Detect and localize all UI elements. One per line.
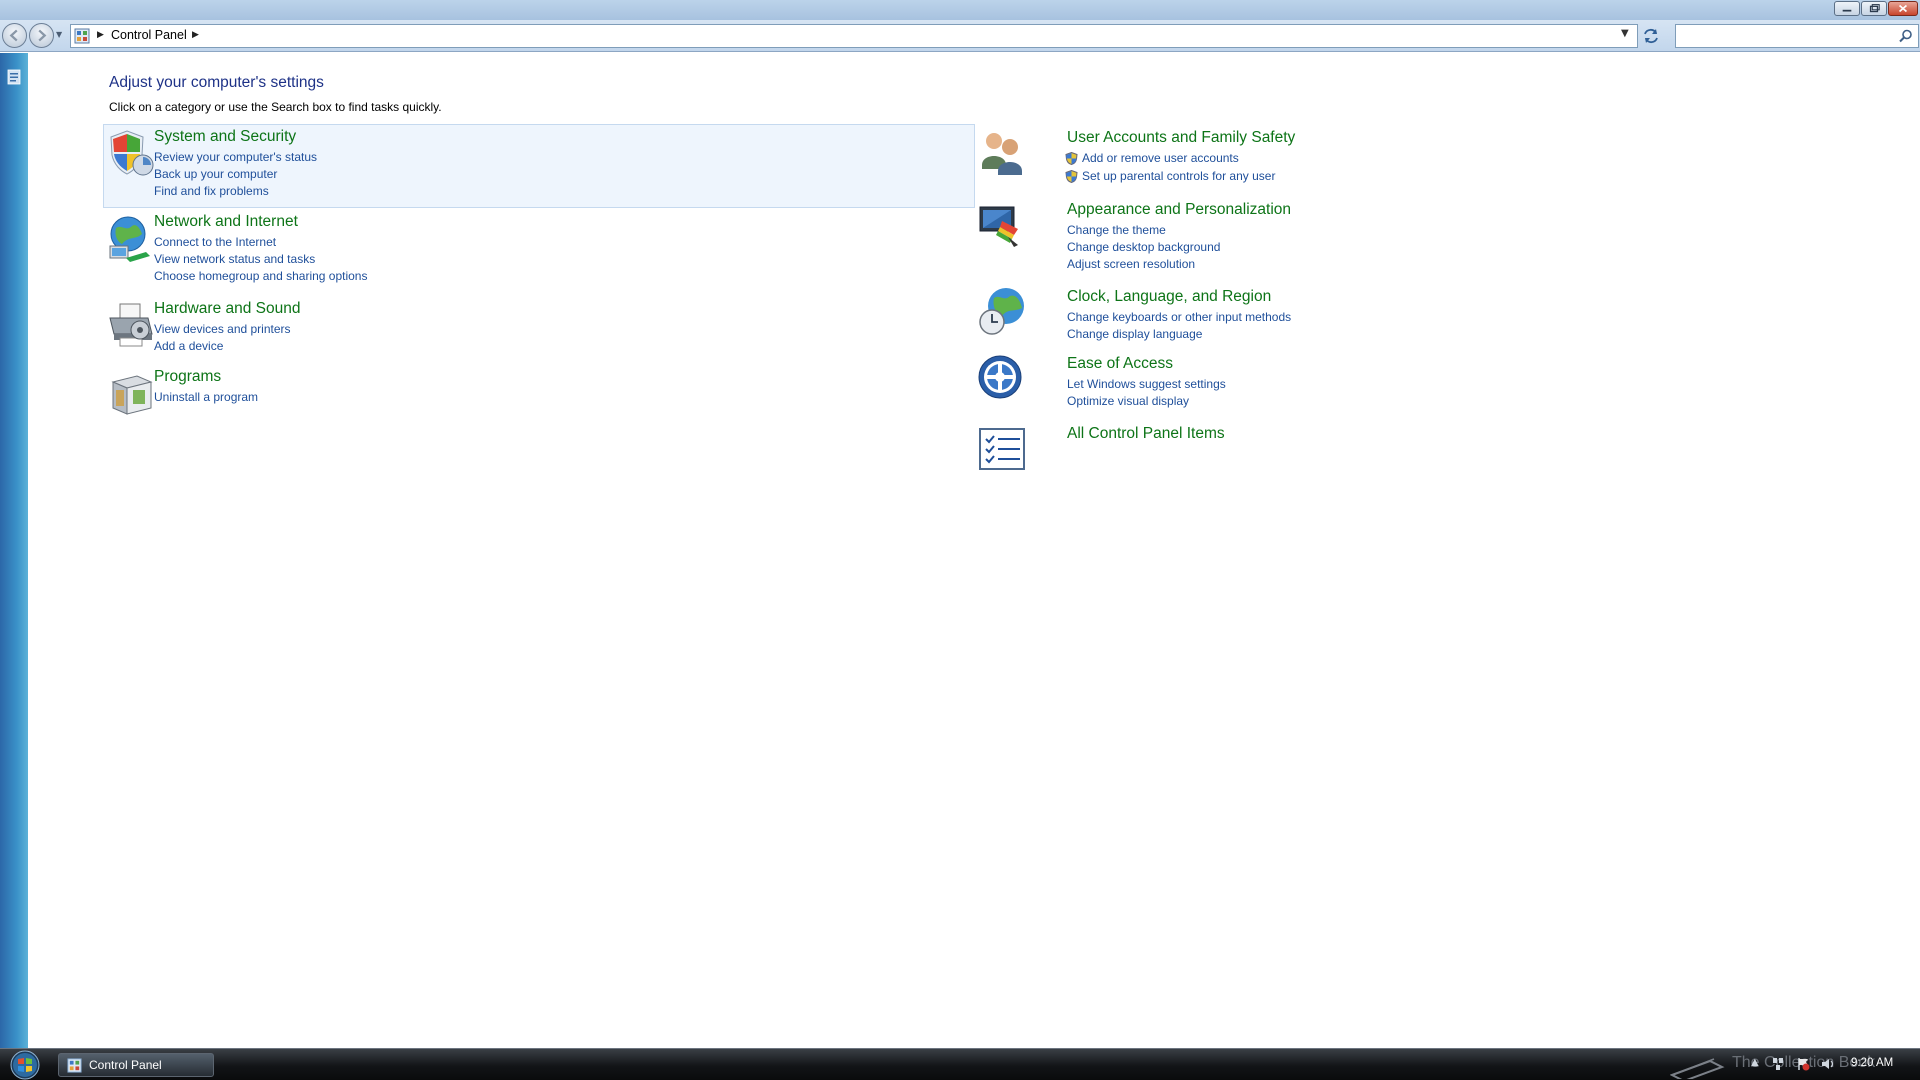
link-screen-resolution[interactable]: Adjust screen resolution — [1067, 257, 1195, 271]
address-dropdown-icon[interactable]: ▼ — [1621, 28, 1629, 39]
back-button[interactable] — [2, 23, 27, 48]
link-connect-internet[interactable]: Connect to the Internet — [154, 235, 276, 249]
link-uninstall-program[interactable]: Uninstall a program — [154, 390, 258, 404]
link-add-device[interactable]: Add a device — [154, 339, 223, 353]
forward-button[interactable] — [29, 23, 54, 48]
page-subtitle: Click on a category or use the Search bo… — [109, 100, 442, 114]
address-bar[interactable]: ▶ Control Panel ▶ ▼ — [70, 24, 1638, 48]
control-panel-icon — [74, 28, 90, 44]
link-windows-suggest[interactable]: Let Windows suggest settings — [1067, 377, 1226, 391]
refresh-button[interactable] — [1640, 25, 1662, 47]
category-title[interactable]: Clock, Language, and Region — [1067, 288, 1271, 306]
link-add-remove-accounts[interactable]: Add or remove user accounts — [1082, 151, 1239, 165]
breadcrumb-control-panel[interactable]: Control Panel — [111, 28, 187, 42]
category-programs[interactable]: Programs Uninstall a program — [104, 368, 664, 418]
arrow-right-icon — [38, 29, 47, 42]
start-button[interactable] — [4, 1050, 46, 1080]
taskbar: Control Panel The Collection Book ▲ 9:20… — [0, 1048, 1920, 1080]
taskbar-item-label: Control Panel — [89, 1058, 162, 1072]
category-title[interactable]: Appearance and Personalization — [1067, 201, 1291, 219]
close-icon — [1898, 4, 1908, 13]
clock-globe-icon — [979, 288, 1024, 335]
category-ease-of-access[interactable]: Ease of Access Let Windows suggest setti… — [978, 355, 1438, 415]
link-homegroup-sharing[interactable]: Choose homegroup and sharing options — [154, 269, 367, 283]
category-title[interactable]: Hardware and Sound — [154, 300, 301, 318]
minimize-icon — [1842, 9, 1852, 12]
link-display-language[interactable]: Change display language — [1067, 327, 1202, 341]
volume-icon[interactable] — [1821, 1057, 1835, 1071]
checklist-icon — [979, 428, 1025, 470]
category-title[interactable]: Programs — [154, 368, 221, 386]
link-backup[interactable]: Back up your computer — [154, 167, 277, 181]
search-icon[interactable] — [1898, 28, 1914, 44]
show-hidden-icons-button[interactable]: ▲ — [1751, 1057, 1759, 1068]
control-panel-icon — [67, 1058, 82, 1073]
printer-icon — [109, 303, 153, 347]
left-pane — [0, 53, 28, 1048]
category-clock-language[interactable]: Clock, Language, and Region Change keybo… — [978, 286, 1438, 346]
ease-of-access-icon — [978, 355, 1022, 399]
minimize-button[interactable] — [1834, 1, 1860, 16]
users-icon — [982, 133, 1022, 175]
recent-pages-dropdown[interactable]: ▼ — [56, 30, 66, 42]
search-input[interactable] — [1675, 24, 1919, 48]
arrow-left-icon — [9, 29, 18, 42]
close-button[interactable] — [1888, 1, 1918, 16]
category-title[interactable]: Ease of Access — [1067, 355, 1173, 373]
network-icon[interactable] — [1771, 1057, 1785, 1071]
page-title: Adjust your computer's settings — [109, 74, 324, 91]
action-center-flag-icon[interactable] — [1796, 1057, 1810, 1071]
content-area: Adjust your computer's settings Click on… — [28, 53, 1920, 1048]
breadcrumb-separator[interactable]: ▶ — [192, 30, 199, 40]
category-network-internet[interactable]: Network and Internet Connect to the Inte… — [104, 211, 664, 291]
taskbar-clock[interactable]: 9:20 AM — [1851, 1057, 1893, 1069]
category-title[interactable]: System and Security — [154, 128, 296, 146]
category-title[interactable]: User Accounts and Family Safety — [1067, 129, 1295, 147]
link-parental-controls[interactable]: Set up parental controls for any user — [1082, 169, 1275, 183]
control-panel-window: ▼ ▶ Control Panel ▶ ▼ Adjust your comput… — [0, 0, 1920, 1080]
title-bar[interactable] — [0, 0, 1920, 20]
category-hardware-sound[interactable]: Hardware and Sound View devices and prin… — [104, 298, 664, 358]
link-network-status[interactable]: View network status and tasks — [154, 252, 315, 266]
breadcrumb-separator[interactable]: ▶ — [97, 30, 104, 40]
navigation-bar: ▼ ▶ Control Panel ▶ ▼ — [0, 20, 1920, 52]
refresh-icon — [1644, 28, 1658, 44]
link-devices-printers[interactable]: View devices and printers — [154, 322, 291, 336]
category-title[interactable]: All Control Panel Items — [1067, 425, 1225, 443]
monitor-paint-icon — [979, 206, 1018, 247]
category-all-items[interactable]: All Control Panel Items — [978, 425, 1438, 475]
category-appearance[interactable]: Appearance and Personalization Change th… — [978, 199, 1438, 279]
link-find-fix-problems[interactable]: Find and fix problems — [154, 184, 269, 198]
uac-shield-icon — [1065, 152, 1078, 165]
tasks-pane-icon[interactable] — [7, 69, 21, 85]
link-desktop-background[interactable]: Change desktop background — [1067, 240, 1220, 254]
taskbar-item-control-panel[interactable]: Control Panel — [58, 1053, 214, 1077]
network-globe-icon — [109, 216, 150, 262]
category-system-security[interactable]: System and Security Review your computer… — [103, 124, 975, 208]
restore-icon — [1869, 4, 1880, 13]
uac-shield-icon — [1065, 170, 1078, 183]
programs-box-icon — [111, 375, 153, 415]
link-review-status[interactable]: Review your computer's status — [154, 150, 317, 164]
link-keyboards-input[interactable]: Change keyboards or other input methods — [1067, 310, 1291, 324]
restore-button[interactable] — [1861, 1, 1887, 16]
category-title[interactable]: Network and Internet — [154, 213, 298, 231]
shield-icon — [110, 130, 154, 176]
category-user-accounts[interactable]: User Accounts and Family Safety Add or r… — [978, 127, 1438, 187]
link-optimize-visual[interactable]: Optimize visual display — [1067, 394, 1189, 408]
link-change-theme[interactable]: Change the theme — [1067, 223, 1166, 237]
